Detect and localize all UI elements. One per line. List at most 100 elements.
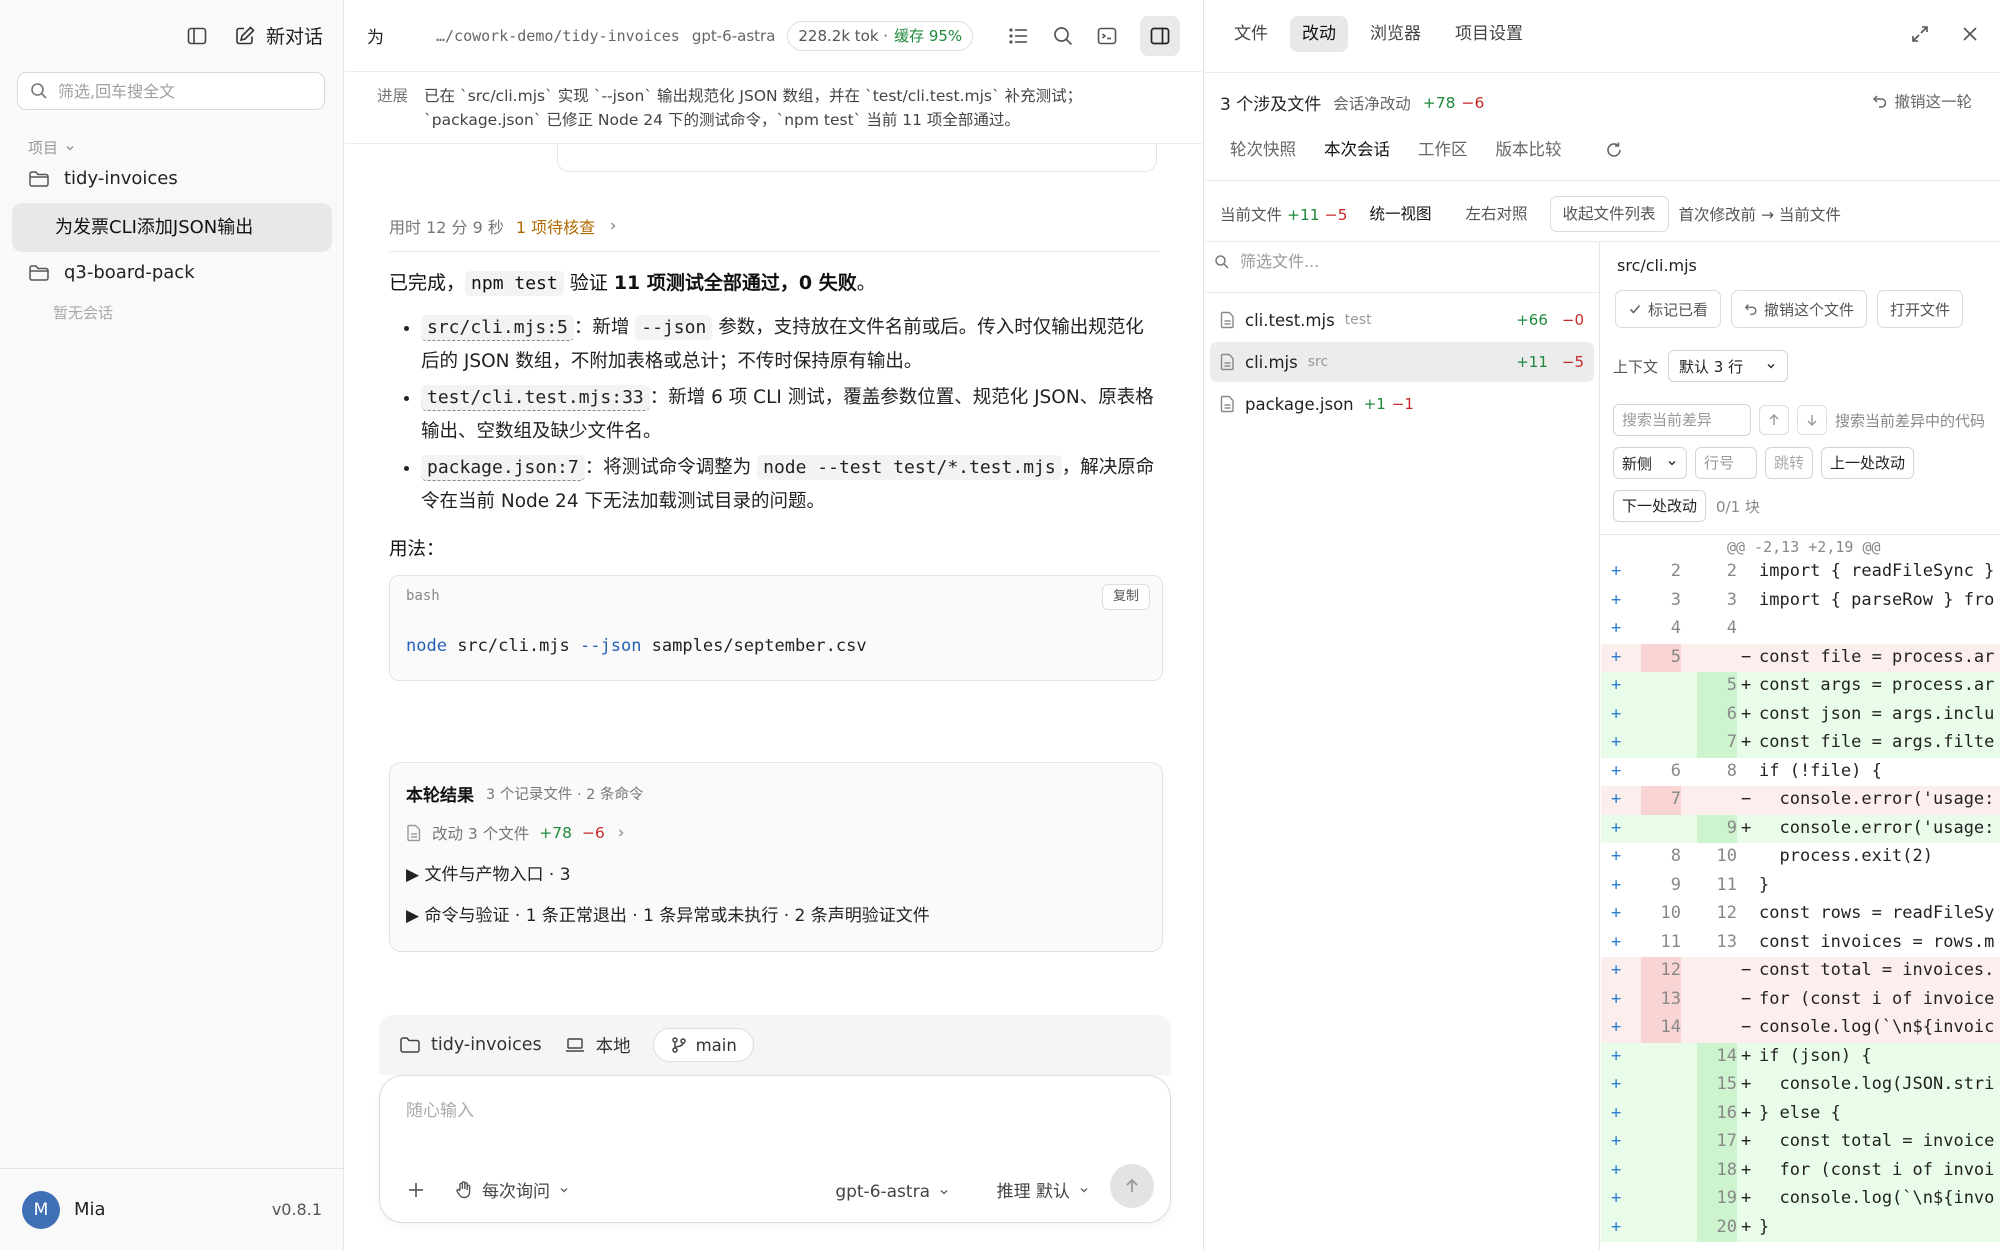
search-next-button[interactable]	[1797, 405, 1827, 435]
diff-line-add-comment[interactable]: +	[1611, 989, 1621, 1009]
progress-text: 已在 `src/cli.mjs` 实现 `--json` 输出规范化 JSON …	[424, 84, 1082, 143]
diff-line-add-comment[interactable]: +	[1611, 561, 1621, 581]
file-item-cli[interactable]: cli.mjs src +11 −5	[1210, 342, 1594, 382]
old-line-number	[1641, 701, 1681, 730]
result-commands-toggle[interactable]: ▶ 命令与验证 · 1 条正常退出 · 1 条异常或未执行 · 2 条声明验证文…	[406, 901, 1146, 926]
panel-window-controls	[1910, 24, 1980, 44]
diff-line-add-comment[interactable]: +	[1611, 1046, 1621, 1066]
branch-selector[interactable]: main	[652, 1028, 754, 1062]
tab-workspace[interactable]: 工作区	[1408, 134, 1478, 166]
diff-line-add-comment[interactable]: +	[1611, 1217, 1621, 1237]
expand-icon[interactable]	[1910, 24, 1930, 44]
context-lines-select[interactable]: 默认 3 行	[1668, 350, 1789, 382]
diff-line-add-comment[interactable]: +	[1611, 704, 1621, 724]
view-split[interactable]: 左右对照	[1453, 196, 1539, 232]
diff-line: +2 2 import { readFileSync }	[1601, 558, 2000, 587]
user-name[interactable]: Mia	[74, 1199, 106, 1220]
pending-checks[interactable]: 1 项待核查	[516, 214, 595, 238]
diff-code: console.error('usage:	[1759, 817, 1995, 838]
toggle-right-panel-icon[interactable]	[1140, 15, 1180, 56]
sidebar-toggle-icon[interactable]	[186, 25, 208, 47]
open-file-button[interactable]: 打开文件	[1877, 290, 1964, 328]
sidebar-search-input[interactable]	[58, 81, 308, 101]
reasoning-selector[interactable]: 推理 默认	[997, 1177, 1090, 1202]
undo-round-button[interactable]: 撤销这一轮	[1872, 90, 1972, 112]
diff-line-add-comment[interactable]: +	[1611, 818, 1621, 838]
sidebar-project-tidy-invoices[interactable]: tidy-invoices	[28, 168, 178, 189]
progress-line-2: `package.json` 已修正 Node 24 下的测试命令，`npm t…	[424, 111, 1020, 129]
side-select[interactable]: 新侧	[1613, 447, 1688, 479]
diff-line-add-comment[interactable]: +	[1611, 960, 1621, 980]
tab-version-compare[interactable]: 版本比较	[1486, 134, 1572, 166]
diff-search-input[interactable]	[1613, 404, 1751, 436]
elapsed-time: 用时 12 分 9 秒	[389, 217, 504, 237]
next-change-button[interactable]: 下一处改动	[1613, 490, 1707, 522]
result-files-toggle[interactable]: ▶ 文件与产物入口 · 3	[406, 860, 1146, 885]
new-chat-button[interactable]: 新对话	[234, 22, 323, 49]
reasoning-label: 推理 默认	[996, 1182, 1070, 1202]
close-icon[interactable]	[1960, 24, 1980, 44]
diff-line-add-comment[interactable]: +	[1611, 675, 1621, 695]
composer-location[interactable]: 本地	[564, 1033, 631, 1058]
tab-this-session[interactable]: 本次会话	[1314, 134, 1400, 166]
diff-line-add-comment[interactable]: +	[1611, 1188, 1621, 1208]
message-meta[interactable]: 用时 12 分 9 秒 1 项待核查	[389, 200, 1159, 252]
copy-button[interactable]: 复制	[1101, 584, 1150, 610]
diff-line-add-comment[interactable]: +	[1611, 1074, 1621, 1094]
plus-icon[interactable]	[406, 1180, 426, 1200]
sidebar-search[interactable]	[17, 72, 325, 110]
line-number-input[interactable]	[1695, 447, 1758, 479]
file-link[interactable]: package.json:7	[421, 455, 585, 481]
diff-line-add-comment[interactable]: +	[1611, 1131, 1621, 1151]
avatar[interactable]: M	[22, 1190, 60, 1229]
approval-mode-selector[interactable]: 每次询问	[454, 1177, 570, 1202]
compare-range-label[interactable]: 首次修改前 → 当前文件	[1679, 203, 1841, 225]
diff-line-add-comment[interactable]: +	[1611, 903, 1621, 923]
refresh-icon[interactable]	[1604, 140, 1624, 160]
diff-line-add-comment[interactable]: +	[1611, 1103, 1621, 1123]
collapse-file-list-button[interactable]: 收起文件列表	[1549, 196, 1669, 232]
result-changes-link[interactable]: 改动 3 个文件 +78 −6	[406, 822, 1146, 844]
diff-line-add-comment[interactable]: +	[1611, 875, 1621, 895]
terminal-icon[interactable]	[1096, 25, 1118, 47]
mark-seen-button[interactable]: 标记已看	[1615, 290, 1722, 328]
projects-section-header[interactable]: 项目	[28, 137, 76, 158]
search-code-label[interactable]: 搜索当前差异中的代码	[1835, 410, 1985, 431]
tab-round-snapshot[interactable]: 轮次快照	[1220, 134, 1306, 166]
diff-line-add-comment[interactable]: +	[1611, 1017, 1621, 1037]
diff-sign: +	[1741, 1131, 1752, 1151]
file-filter[interactable]	[1214, 252, 1580, 271]
diff-code: const total = invoice	[1759, 1131, 1995, 1151]
diff-line-add-comment[interactable]: +	[1611, 846, 1621, 866]
diff-line-add-comment[interactable]: +	[1611, 590, 1621, 610]
composer-project[interactable]: tidy-invoices	[399, 1035, 542, 1055]
model-selector[interactable]: gpt-6-astra	[835, 1182, 950, 1202]
file-filter-input[interactable]	[1240, 252, 1580, 271]
tab-browser[interactable]: 浏览器	[1358, 16, 1433, 52]
search-icon[interactable]	[1052, 25, 1074, 47]
undo-file-button[interactable]: 撤销这个文件	[1731, 290, 1868, 328]
diff-line-add-comment[interactable]: +	[1611, 618, 1621, 638]
diff-line-add-comment[interactable]: +	[1611, 932, 1621, 952]
diff-line-add-comment[interactable]: +	[1611, 789, 1621, 809]
jump-button[interactable]: 跳转	[1765, 447, 1814, 479]
diff-line-add-comment[interactable]: +	[1611, 1160, 1621, 1180]
prev-change-button[interactable]: 上一处改动	[1821, 447, 1915, 479]
outline-list-icon[interactable]	[1008, 25, 1030, 47]
view-unified[interactable]: 统一视图	[1357, 196, 1443, 232]
sidebar-chat-active[interactable]: 为发票CLI添加JSON输出	[12, 203, 332, 252]
send-button[interactable]	[1110, 1164, 1154, 1208]
sidebar-project-q3-board-pack[interactable]: q3-board-pack	[28, 262, 195, 283]
tab-files[interactable]: 文件	[1222, 16, 1280, 52]
diff-line-add-comment[interactable]: +	[1611, 647, 1621, 667]
diff-line-add-comment[interactable]: +	[1611, 732, 1621, 752]
tab-project-settings[interactable]: 项目设置	[1443, 16, 1535, 52]
file-item-cli-test[interactable]: cli.test.mjs test +66 −0	[1210, 300, 1594, 340]
diff-line-add-comment[interactable]: +	[1611, 761, 1621, 781]
search-prev-button[interactable]	[1759, 405, 1789, 435]
tab-changes[interactable]: 改动	[1290, 16, 1348, 52]
file-link[interactable]: test/cli.test.mjs:33	[421, 385, 650, 411]
message-input[interactable]	[406, 1096, 1146, 1136]
file-item-package-json[interactable]: package.json +1 −1	[1210, 384, 1594, 424]
file-link[interactable]: src/cli.mjs:5	[421, 315, 574, 341]
